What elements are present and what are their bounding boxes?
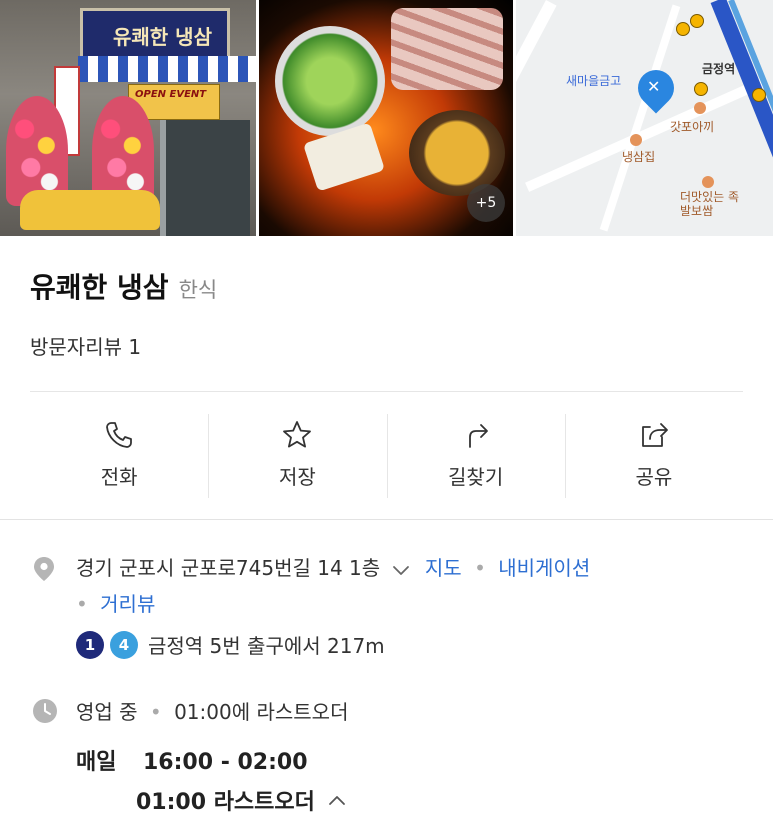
place-title-row: 유쾌한 냉삼 한식 [30, 266, 217, 306]
separator: • [76, 592, 88, 616]
store-door [160, 120, 250, 236]
subway-line-badge: 1 [76, 630, 104, 659]
share-button[interactable]: 공유 [564, 406, 743, 502]
star-icon [283, 420, 312, 447]
restaurant-poi-icon [630, 134, 642, 146]
action-bar: 전화 저장 길찾기 공유 [30, 406, 743, 502]
store-sign: 유쾌한 냉삼 [80, 8, 230, 60]
station-exit-icon [690, 14, 704, 28]
hours-last-order: 01:00 라스트오더 [136, 790, 315, 815]
directions-button[interactable]: 길찾기 [386, 406, 565, 502]
map-label-station: 금정역 [702, 62, 736, 76]
chevron-down-icon[interactable] [391, 560, 411, 580]
address-block: 경기 군포시 군포로745번길 14 1층 지도 • 내비게이션 • 거리뷰 [76, 550, 746, 622]
station-exit-icon [752, 88, 766, 102]
stew-pot [409, 110, 505, 196]
photo-strip[interactable]: 유쾌한 냉삼 OPEN EVENT +5 새마을금고 금정역 갓포아끼 냉삼집 … [0, 0, 773, 236]
map-label-poi: 갓포아끼 [670, 120, 715, 134]
streetview-link[interactable]: 거리뷰 [100, 592, 155, 616]
hours-time: 16:00 - 02:00 [143, 750, 308, 775]
section-divider [0, 519, 773, 520]
visitor-reviews-link[interactable]: 방문자리뷰 1 [30, 331, 141, 360]
phone-icon [106, 421, 133, 448]
map-label-bank: 새마을금고 [566, 74, 622, 88]
separator: • [149, 700, 162, 724]
hours-last-order-row[interactable]: 01:00 라스트오더 [136, 784, 347, 816]
restaurant-poi-icon [702, 176, 714, 188]
call-button[interactable]: 전화 [30, 406, 208, 502]
save-button[interactable]: 저장 [208, 406, 386, 502]
map-label-poi: 냉삼집 [622, 150, 656, 164]
map-link[interactable]: 지도 [425, 556, 462, 580]
restaurant-poi-icon [694, 102, 706, 114]
place-category: 한식 [178, 278, 218, 302]
last-order-summary: 01:00에 라스트오더 [174, 700, 349, 724]
address-text: 경기 군포시 군포로745번길 14 1층 [76, 556, 381, 580]
subway-line-badge: 4 [110, 630, 138, 659]
place-name: 유쾌한 냉삼 [30, 271, 169, 304]
map-label-poi: 더맛있는 족발보쌈 [680, 190, 740, 218]
hours-schedule: 매일 16:00 - 02:00 [76, 744, 308, 776]
business-status: 영업 중 • 01:00에 라스트오더 [76, 696, 348, 725]
location-marker-icon [34, 557, 54, 581]
divider [30, 391, 743, 392]
directions-icon [468, 423, 488, 448]
hours-day: 매일 [76, 750, 117, 775]
share-icon [641, 422, 668, 447]
map-thumbnail[interactable]: 새마을금고 금정역 갓포아끼 냉삼집 더맛있는 족발보쌈 ✕ [516, 0, 773, 236]
subway-info: 1 4 금정역 5번 출구에서 217m [76, 630, 385, 659]
station-exit-icon [694, 82, 708, 96]
clock-icon [33, 699, 57, 723]
navigation-link[interactable]: 내비게이션 [498, 556, 590, 580]
station-exit-icon [676, 22, 690, 36]
open-status: 영업 중 [76, 700, 138, 724]
subway-distance-text: 금정역 5번 출구에서 217m [148, 634, 385, 658]
vegetable-plate [275, 26, 385, 136]
awning [78, 56, 256, 82]
scooter [20, 190, 160, 230]
fork-knife-icon: ✕ [647, 77, 661, 96]
pork-belly-plate [391, 8, 503, 90]
chevron-up-icon[interactable] [327, 793, 347, 807]
food-photo[interactable]: +5 [259, 0, 513, 236]
storefront-photo[interactable]: 유쾌한 냉삼 OPEN EVENT [0, 0, 256, 236]
more-photos-badge[interactable]: +5 [467, 184, 505, 222]
separator: • [474, 556, 486, 580]
